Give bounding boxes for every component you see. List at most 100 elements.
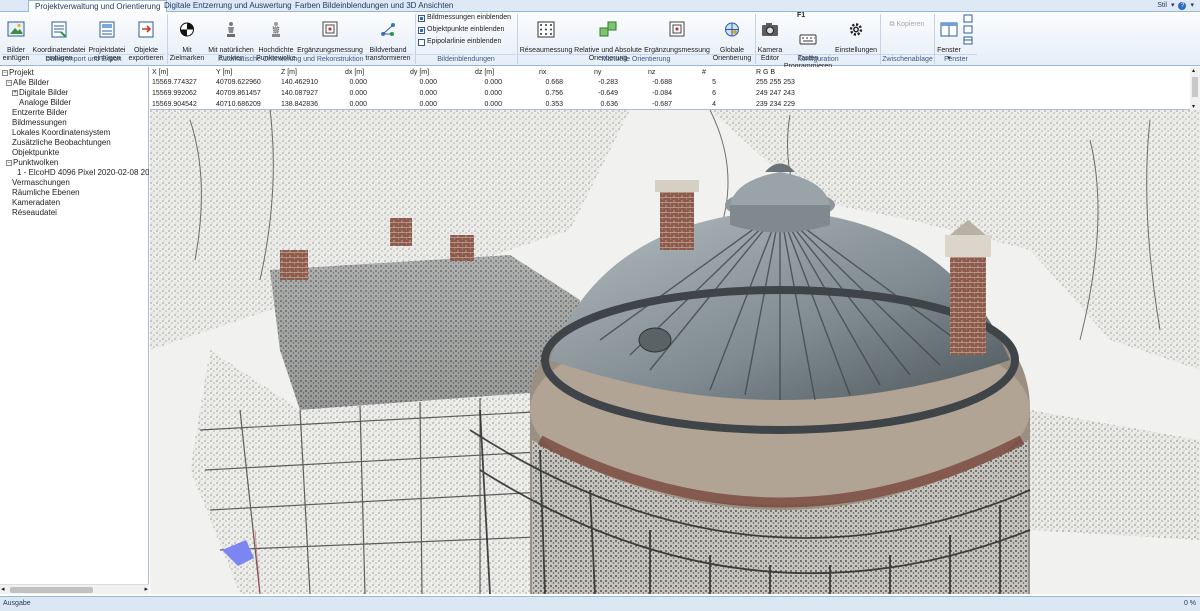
style-dropdown-icon[interactable]: ▾ — [1171, 0, 1175, 12]
tree-item-lokales-koordinatensystem[interactable]: Lokales Koordinatensystem — [12, 128, 110, 138]
col-header-nz[interactable]: nz — [648, 68, 655, 78]
tab-projektverwaltung[interactable]: Projektverwaltung und Orientierung — [28, 0, 168, 12]
tree-item-alle-bilder[interactable]: − Alle Bilder — [6, 78, 49, 88]
point-table: X [m] Y [m] Z [m] dx [m] dy [m] dz [m] n… — [150, 67, 1190, 110]
scroll-down-icon[interactable]: ▾ — [1192, 103, 1195, 110]
tree-item-analoge-bilder[interactable]: Analoge Bilder — [19, 98, 71, 108]
tree-item-vermaschungen[interactable]: Vermaschungen — [12, 178, 70, 188]
table-cell: 249 247 243 — [756, 90, 795, 97]
table-cell: 0.353 — [545, 101, 563, 108]
output-label[interactable]: Ausgabe — [3, 600, 31, 607]
table-cell: 6 — [712, 90, 716, 97]
table-cell: 0.000 — [484, 90, 502, 97]
bildmessungen-checkbox[interactable]: Bildmessungen einblenden — [418, 13, 511, 23]
window-mini-icons — [963, 14, 973, 50]
export-icon — [138, 21, 154, 38]
scroll-thumb[interactable] — [10, 587, 93, 593]
table-cell: 0.000 — [349, 79, 367, 86]
style-menu[interactable]: Stil — [1157, 0, 1167, 12]
coordinate-file-icon — [51, 21, 67, 38]
table-cell: 0.000 — [419, 79, 437, 86]
table-vertical-scrollbar[interactable]: ▴ ▾ — [1190, 67, 1200, 110]
table-cell: 40709.861457 — [216, 90, 261, 97]
tree-item-raeumliche-ebenen[interactable]: Räumliche Ebenen — [12, 188, 80, 198]
table-cell: 0.636 — [600, 101, 618, 108]
table-cell: 140.462910 — [281, 79, 318, 86]
table-cell: 239 234 229 — [756, 101, 795, 108]
project-file-icon — [99, 21, 115, 38]
group-zwischenablage: Zwischenablage — [881, 54, 934, 63]
progress-percent: 0 % — [1183, 600, 1196, 607]
tree-item-reseaudatei[interactable]: Réseaudatei — [12, 208, 57, 218]
col-header-count[interactable]: # — [702, 68, 706, 78]
scroll-left-icon[interactable]: ◂ — [1, 585, 5, 593]
col-header-ny[interactable]: ny — [594, 68, 601, 78]
tab-farben-3d[interactable]: Farben Bildeinblendungen und 3D Ansichte… — [289, 0, 459, 12]
table-cell: 40709.622960 — [216, 79, 261, 86]
col-header-y[interactable]: Y [m] — [216, 68, 232, 78]
collapse-icon[interactable]: − — [6, 160, 12, 166]
checkbox-unchecked-icon — [418, 38, 425, 46]
table-cell: 40710.686209 — [216, 101, 261, 108]
tree-horizontal-scrollbar[interactable]: ◂ ▸ — [0, 584, 149, 594]
group-automatische-orientierung: Automatische Orientierung und Rekonstruk… — [168, 54, 414, 64]
tree-item-kameradaten[interactable]: Kameradaten — [12, 198, 60, 208]
table-cell: 5 — [712, 79, 716, 86]
tree-item-entzerrte-bilder[interactable]: Entzerrte Bilder — [12, 108, 67, 118]
checkbox-checked-icon — [418, 14, 425, 22]
objektpunkte-checkbox[interactable]: Objektpunkte einblenden — [418, 25, 504, 35]
measurement-frame-icon — [669, 21, 685, 37]
table-cell: 4 — [712, 101, 716, 108]
reseau-grid-icon — [537, 21, 555, 38]
image-insert-icon — [7, 21, 25, 37]
ergaenzungsmessung-auto-button[interactable]: Ergänzungsmessung — [297, 13, 363, 55]
table-cell: -0.688 — [652, 79, 672, 86]
scroll-thumb[interactable] — [1192, 77, 1198, 97]
col-header-dz[interactable]: dz [m] — [475, 68, 494, 78]
table-cell: -0.687 — [652, 101, 672, 108]
collapse-icon[interactable]: − — [2, 70, 8, 76]
einstellungen-button[interactable]: Einstellungen — [834, 13, 878, 55]
col-header-dy[interactable]: dy [m] — [410, 68, 429, 78]
col-header-nx[interactable]: nx — [539, 68, 546, 78]
reseaumessung-button[interactable]: Réseaumessung — [519, 13, 573, 55]
tree-item-pointcloud-1[interactable]: 1 - ElcoHD 4096 Pixel 2020-02-08 20:0 — [17, 168, 149, 178]
group-fenster: Fenster — [935, 54, 977, 64]
col-header-x[interactable]: X [m] — [152, 68, 168, 78]
help-dropdown-icon[interactable]: ▾ — [1190, 0, 1194, 12]
ribbon-tab-bar: Projektverwaltung und Orientierung Digit… — [0, 0, 1200, 12]
table-cell: 0.000 — [484, 101, 502, 108]
statue-icon — [227, 22, 235, 37]
gear-icon — [849, 23, 863, 36]
col-header-z[interactable]: Z [m] — [281, 68, 297, 78]
table-cell: 138.842836 — [281, 101, 318, 108]
epipolarlinie-checkbox[interactable]: Epipolarlinie einblenden — [418, 37, 501, 47]
table-cell: 0.000 — [349, 101, 367, 108]
kopieren-button[interactable]: ⧉ Kopieren — [884, 13, 930, 29]
tab-digitale-entzerrung[interactable]: Digitale Entzerrung und Auswertung — [158, 0, 298, 12]
table-cell: 15569.904542 — [152, 101, 197, 108]
f1-key-label: F1 — [797, 12, 806, 19]
scroll-right-icon[interactable]: ▸ — [144, 585, 148, 593]
tree-item-projekt[interactable]: − Projekt — [2, 68, 34, 78]
group-bildeinblendungen: Bildeinblendungen — [416, 54, 516, 64]
help-icon[interactable]: ? — [1178, 2, 1187, 10]
collapse-icon[interactable]: − — [6, 80, 12, 86]
copy-icon: ⧉ — [889, 21, 895, 28]
point-cloud-rendering[interactable] — [150, 110, 1200, 594]
col-header-rgb[interactable]: R G B — [756, 68, 775, 78]
tree-item-punktwolken[interactable]: − Punktwolken — [6, 158, 58, 168]
tree-item-objektpunkte[interactable]: Objektpunkte — [12, 148, 59, 158]
table-cell: 0.000 — [419, 90, 437, 97]
ergaenzungsmessung-manuell-button[interactable]: Ergänzungsmessung — [643, 13, 711, 55]
point-cloud-3d-view[interactable] — [150, 110, 1200, 594]
orientation-blocks-icon — [599, 21, 617, 37]
table-cell: 15569.774327 — [152, 79, 197, 86]
scroll-up-icon[interactable]: ▴ — [1192, 67, 1195, 74]
tree-item-zusaetzliche-beobachtungen[interactable]: Zusätzliche Beobachtungen — [12, 138, 111, 148]
expand-icon[interactable]: + — [12, 90, 18, 96]
tree-item-digitale-bilder[interactable]: + Digitale Bilder — [12, 88, 68, 98]
col-header-dx[interactable]: dx [m] — [345, 68, 364, 78]
window-arrange-icon[interactable] — [963, 14, 973, 48]
tree-item-bildmessungen[interactable]: Bildmessungen — [12, 118, 67, 128]
